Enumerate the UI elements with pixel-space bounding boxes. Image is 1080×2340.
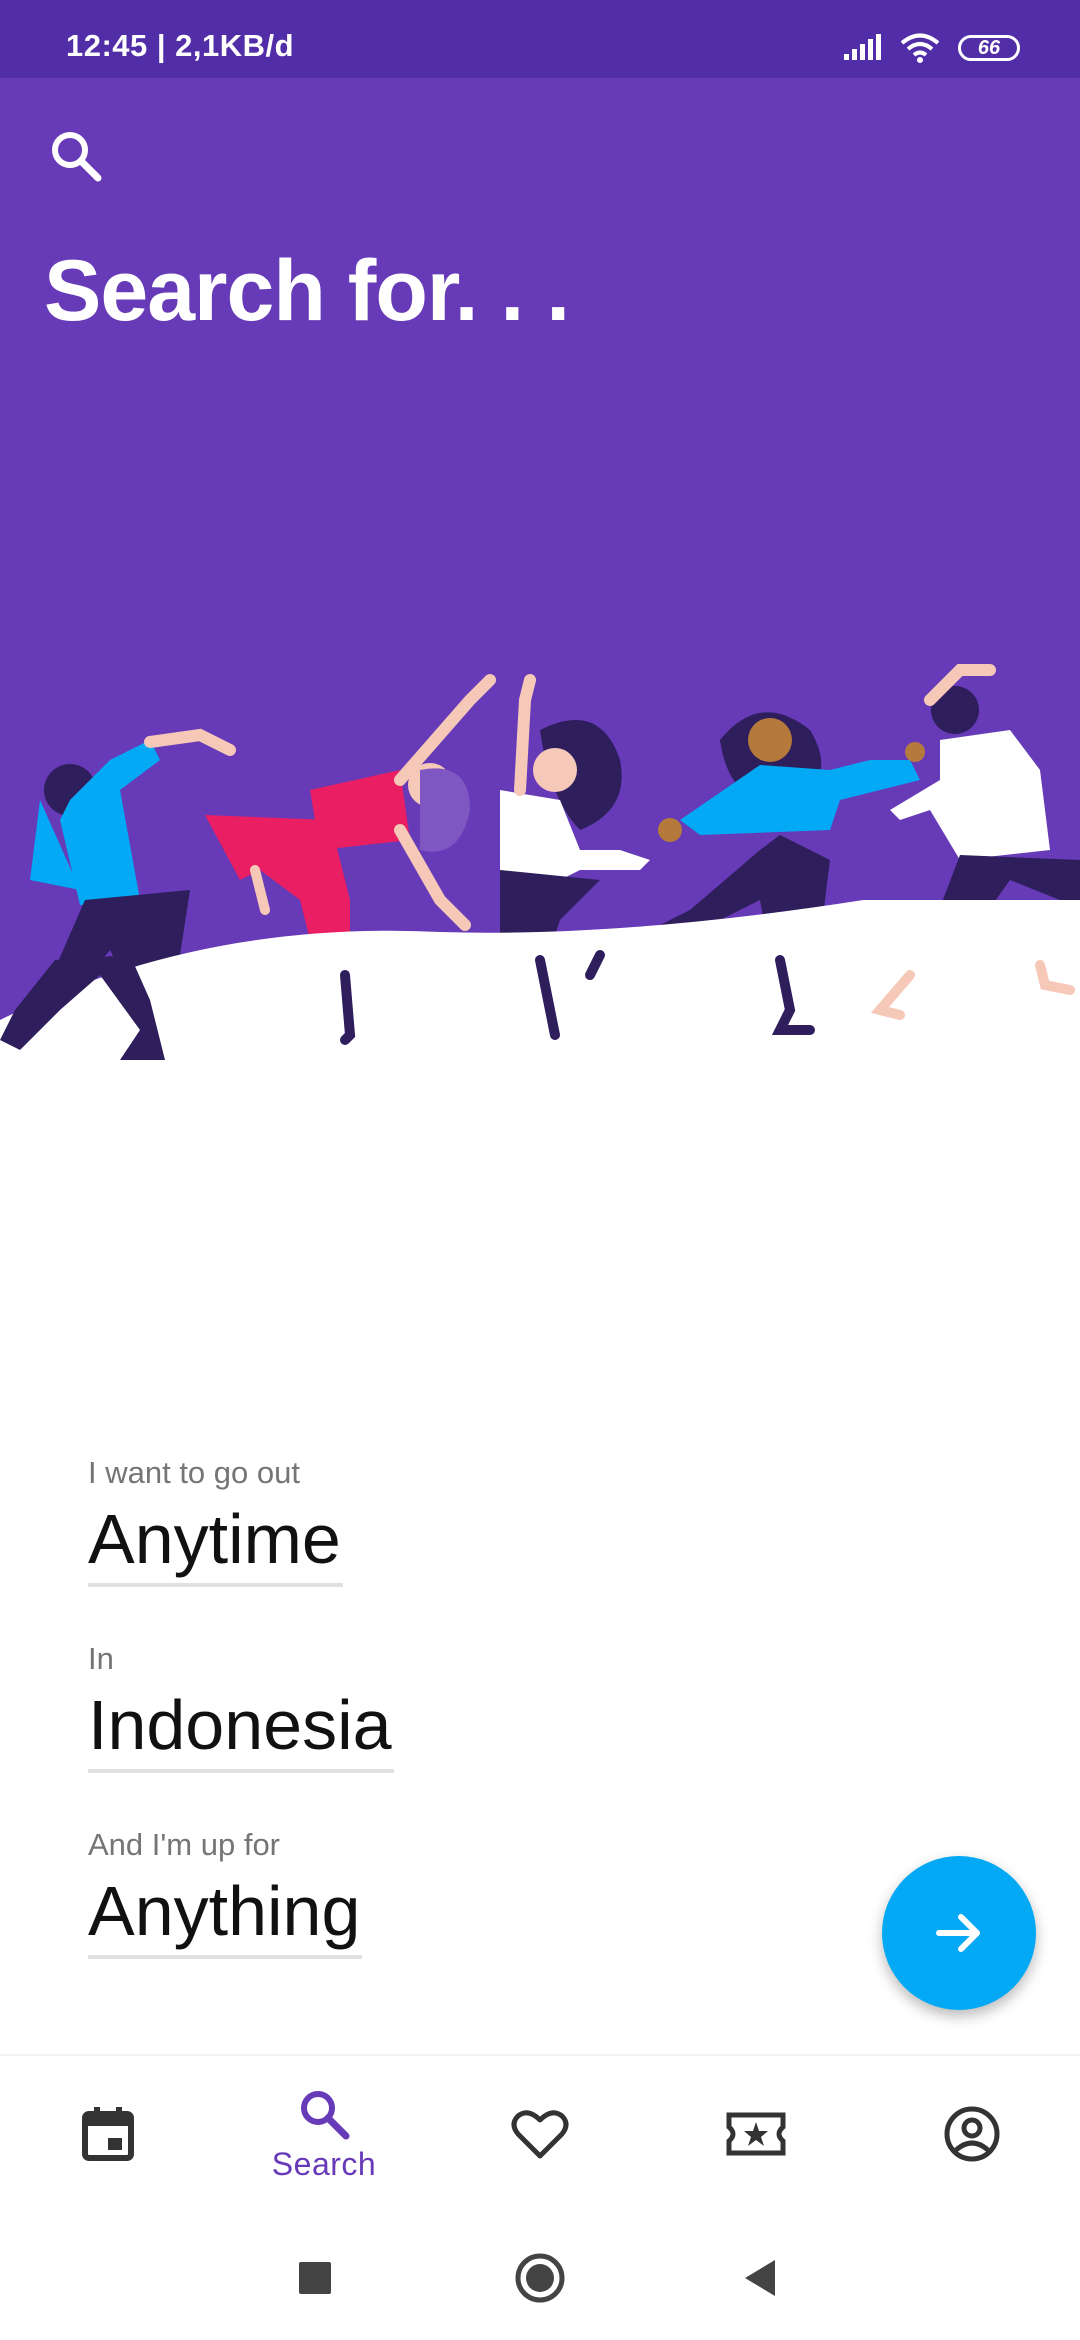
home-circle-icon <box>515 2253 565 2303</box>
square-icon <box>299 2262 331 2294</box>
recents-button[interactable] <box>285 2248 345 2308</box>
status-time: 12:45 | 2,1KB/d <box>66 28 295 63</box>
where-label: In <box>88 1641 114 1676</box>
field-what: And I'm up for Anything <box>88 1827 788 2013</box>
dancers-foreground <box>0 950 1075 1060</box>
field-when: I want to go out Anytime <box>88 1455 788 1641</box>
what-label: And I'm up for <box>88 1827 281 1862</box>
account-icon <box>944 2106 1000 2162</box>
nav-item-calendar[interactable] <box>0 2056 216 2212</box>
battery-indicator: 66 <box>958 35 1020 61</box>
back-button[interactable] <box>733 2248 793 2308</box>
field-where: In Indonesia <box>88 1641 788 1827</box>
heart-icon <box>511 2110 569 2159</box>
header-search-button[interactable] <box>44 124 108 188</box>
signal-icon <box>844 34 881 60</box>
hero-banner: 12:45 | 2,1KB/d 66 Search for. . . <box>0 0 1080 1100</box>
wifi-icon <box>900 33 940 63</box>
bottom-navigation: Search <box>0 2054 1080 2214</box>
what-input[interactable]: Anything <box>88 1867 363 1959</box>
home-button[interactable] <box>510 2248 570 2308</box>
nav-item-tickets[interactable] <box>648 2056 864 2212</box>
status-icons: 66 <box>842 30 1020 66</box>
search-icon <box>52 132 102 182</box>
submit-search-button[interactable] <box>882 1856 1036 2010</box>
where-input[interactable]: Indonesia <box>88 1681 394 1773</box>
ticket-icon <box>726 2112 786 2156</box>
system-navigation-bar <box>0 2212 1080 2340</box>
nav-item-search[interactable]: Search <box>216 2056 432 2212</box>
arrow-right-icon <box>936 1914 980 1952</box>
nav-item-favorites[interactable] <box>432 2056 648 2212</box>
search-form: I want to go out Anytime In Indonesia An… <box>88 1455 788 2013</box>
status-bar: 12:45 | 2,1KB/d 66 <box>0 0 1080 78</box>
nav-label-search: Search <box>271 2145 377 2182</box>
back-triangle-icon <box>745 2260 775 2296</box>
nav-item-account[interactable] <box>864 2056 1080 2212</box>
search-icon <box>301 2090 350 2139</box>
when-input[interactable]: Anytime <box>88 1495 343 1587</box>
page-title: Search for. . . <box>44 243 570 339</box>
calendar-icon <box>82 2107 134 2161</box>
when-label: I want to go out <box>88 1455 300 1490</box>
